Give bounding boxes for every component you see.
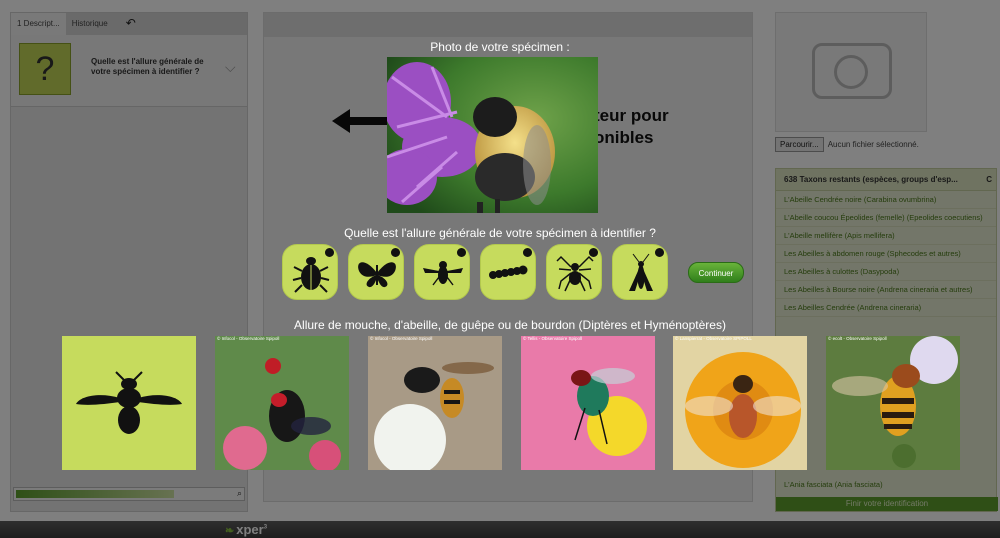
- continue-button[interactable]: Continuer: [688, 262, 744, 283]
- caterpillar-icon: [489, 265, 528, 279]
- shape-caterpillar[interactable]: [480, 244, 536, 300]
- selection-dot: [523, 248, 532, 257]
- wasp-photo: [368, 336, 502, 470]
- beetle-icon: [292, 257, 330, 293]
- example-photo-hoverfly[interactable]: © Lanspierrat - Observatoire SPIPOLL: [673, 336, 807, 470]
- hornet-hoverfly-photo: [826, 336, 960, 470]
- bumblebee-photo: [387, 57, 598, 213]
- allure-title: Allure de mouche, d'abeille, de guêpe ou…: [294, 318, 726, 332]
- mosquito-icon: [629, 253, 653, 291]
- example-photo-wasp[interactable]: © Infocol - Observatoire Spipoll: [368, 336, 502, 470]
- example-card-bee[interactable]: [62, 336, 196, 470]
- shape-beetle[interactable]: [282, 244, 338, 300]
- shape-spider[interactable]: [546, 244, 602, 300]
- shape-fly[interactable]: [414, 244, 470, 300]
- photo-title: Photo de votre spécimen :: [430, 40, 570, 54]
- photo-credit: © Infocol - Observatoire Spipoll: [370, 336, 433, 341]
- butterfly-icon: [358, 262, 396, 288]
- example-photo-carpenter-bee[interactable]: © Infocol - Observatoire Spipoll: [215, 336, 349, 470]
- photo-credit: © Lanspierrat - Observatoire SPIPOLL: [675, 336, 752, 341]
- selection-dot: [655, 248, 664, 257]
- example-photo-hornet-hoverfly[interactable]: © ecolt - Observatoire Spipoll: [826, 336, 960, 470]
- carpenter-bee-photo: [215, 336, 349, 470]
- photo-credit: © Tellis - Observatoire Spipoll: [523, 336, 583, 341]
- specimen-photo: [387, 57, 598, 213]
- app-window: { "left_panel": { "tab_description": "1 …: [0, 0, 1000, 538]
- selection-dot: [589, 248, 598, 257]
- example-images: © Infocol - Observatoire Spipoll © Infoc…: [62, 336, 962, 472]
- photo-credit: © Infocol - Observatoire Spipoll: [217, 336, 280, 341]
- selection-dot: [391, 248, 400, 257]
- example-photo-green-fly[interactable]: © Tellis - Observatoire Spipoll: [521, 336, 655, 470]
- shape-choices: [282, 244, 682, 304]
- green-fly-photo: [521, 336, 655, 470]
- selection-dot: [325, 248, 334, 257]
- hoverfly-photo: [673, 336, 807, 470]
- shape-mosquito[interactable]: [612, 244, 668, 300]
- selection-dot: [457, 248, 466, 257]
- spider-icon: [556, 255, 594, 292]
- fly-icon: [423, 261, 463, 286]
- shape-butterfly[interactable]: [348, 244, 404, 300]
- bee-silhouette-icon: [76, 371, 182, 434]
- question-title: Quelle est l'allure générale de votre sp…: [344, 226, 656, 240]
- photo-credit: © ecolt - Observatoire Spipoll: [828, 336, 887, 341]
